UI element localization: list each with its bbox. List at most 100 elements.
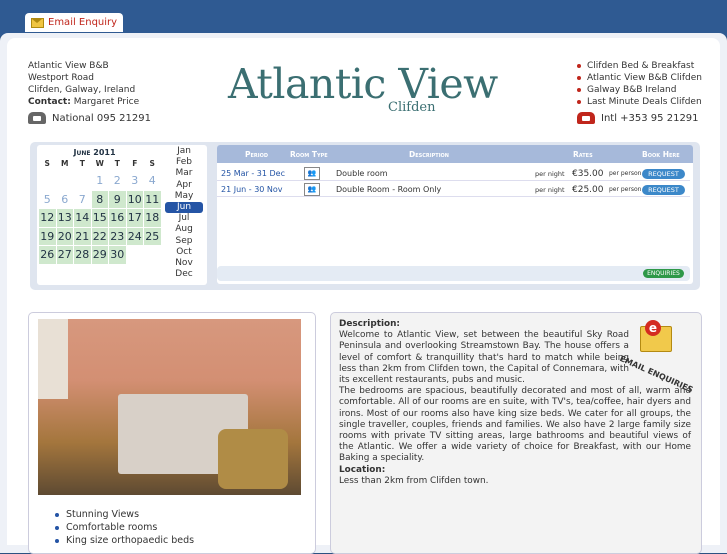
contact-label: Contact: (28, 97, 71, 107)
row-period: 21 Jun - 30 Nov (221, 185, 283, 194)
calendar-day-available[interactable]: 13 (56, 209, 73, 227)
calendar-day-available[interactable]: 22 (91, 227, 108, 245)
calendar-empty-cell (39, 172, 56, 190)
month-item[interactable]: Feb (165, 157, 203, 168)
table-row: 25 Mar - 31 Dec 👥 Double room per night … (217, 167, 690, 181)
calendar-day-available[interactable]: 24 (126, 227, 143, 245)
address-line: Westport Road (28, 73, 95, 83)
calendar-days: 1 2 3 4 5 6 7 8 9 10 11 12 13 14 15 16 17 18 19 20 21 22 23 24 2… (39, 172, 161, 264)
weekday-label: S (149, 159, 155, 168)
email-enquiry-tab[interactable]: Email Enquiry (25, 13, 124, 32)
rates-table: Period Room Type Description Rates Book … (217, 145, 693, 284)
description-para: Welcome to Atlantic View, set between th… (339, 330, 629, 386)
weekday-label: T (79, 159, 85, 168)
weekday-label: M (61, 159, 69, 168)
calendar-day-available[interactable]: 15 (91, 209, 108, 227)
calendar-month: June (73, 148, 91, 157)
calendar-title: June 2011 (37, 148, 152, 157)
link-item[interactable]: Galway B&B Ireland (577, 84, 702, 96)
calendar-day-available[interactable]: 30 (109, 246, 126, 264)
month-item[interactable]: May (165, 191, 203, 202)
calendar-day-past: 7 (78, 192, 86, 206)
header-book: Book Here (642, 150, 680, 159)
link-item[interactable]: Atlantic View B&B Clifden (577, 72, 702, 84)
calendar-day-available[interactable]: 29 (91, 246, 108, 264)
phone-icon (577, 112, 595, 124)
calendar-day-available[interactable]: 26 (39, 246, 56, 264)
address-block: Atlantic View B&B Westport Road Clifden,… (28, 60, 139, 108)
month-item[interactable]: Jun (165, 202, 203, 214)
calendar-day-available[interactable]: 21 (74, 227, 91, 245)
contact-line: Contact: Margaret Price (28, 96, 139, 108)
month-item[interactable]: Nov (165, 258, 203, 269)
header-room-type: Room Type (290, 150, 328, 159)
weekday-label: S (44, 159, 50, 168)
calendar-day-past: 3 (131, 174, 139, 187)
link-item[interactable]: Clifden Bed & Breakfast (577, 60, 702, 72)
calendar-day-past: 6 (61, 192, 69, 206)
photo-window (38, 319, 68, 399)
list-item: King size orthopaedic beds (48, 534, 194, 547)
row-description: Double room (336, 169, 388, 178)
header-description: Description (409, 150, 449, 159)
logo-main-text: Atlantic View (228, 60, 498, 108)
calendar-year: 2011 (93, 148, 116, 157)
calendar-day-past: 4 (148, 174, 156, 187)
calendar-day-available[interactable]: 11 (144, 190, 161, 208)
month-item[interactable]: Jan (165, 146, 203, 157)
row-description: Double Room - Room Only (336, 185, 442, 194)
month-item[interactable]: Jul (165, 213, 203, 224)
calendar-day-available[interactable]: 28 (74, 246, 91, 264)
intl-phone: Intl +353 95 21291 (577, 112, 699, 124)
calendar-day-available[interactable]: 9 (109, 190, 126, 208)
calendar-day-available[interactable]: 25 (144, 227, 161, 245)
calendar: June 2011 SMTWTFS 1 2 3 4 5 6 7 8 9 10 11 12 13 14 15 1… (37, 145, 207, 285)
month-item[interactable]: Mar (165, 168, 203, 179)
list-item: Comfortable rooms (48, 521, 194, 534)
calendar-day-available[interactable]: 12 (39, 209, 56, 227)
location-text: Less than 2km from Clifden town. (339, 475, 489, 486)
calendar-day-available[interactable]: 8 (91, 190, 108, 208)
calendar-day-past: 1 (96, 174, 104, 187)
row-period: 25 Mar - 31 Dec (221, 169, 285, 178)
month-item[interactable]: Oct (165, 247, 203, 258)
enquiries-button[interactable]: ENQUIRIES (643, 269, 684, 278)
email-enquiry-label: Email Enquiry (48, 17, 118, 28)
month-item[interactable]: Apr (165, 180, 203, 191)
header-period: Period (245, 150, 269, 159)
row-per-night: per night (535, 185, 565, 194)
weekday-header: SMTWTFS (39, 159, 161, 168)
list-item: Stunning Views (48, 508, 194, 521)
calendar-day-available[interactable]: 14 (74, 209, 91, 227)
calendar-day-available[interactable]: 27 (56, 246, 73, 264)
features-list: Stunning Views Comfortable rooms King si… (48, 508, 194, 547)
description-para: The bedrooms are spacious, beautifully d… (339, 386, 691, 464)
enquiries-bar: ENQUIRIES (217, 266, 690, 281)
national-phone: National 095 21291 (28, 112, 151, 124)
rates-header: Period Room Type Description Rates Book … (217, 145, 693, 163)
header-rates: Rates (573, 150, 593, 159)
envelope-icon (31, 17, 44, 28)
month-item[interactable]: Sep (165, 236, 203, 247)
request-button[interactable]: REQUEST (642, 168, 685, 179)
calendar-day-available[interactable]: 20 (56, 227, 73, 245)
month-item[interactable]: Dec (165, 269, 203, 280)
request-button[interactable]: REQUEST (642, 184, 685, 195)
calendar-day-available[interactable]: 16 (109, 209, 126, 227)
row-price: €25.00 (572, 184, 604, 195)
seo-links: Clifden Bed & Breakfast Atlantic View B&… (577, 60, 702, 108)
calendar-day-available[interactable]: 17 (126, 209, 143, 227)
month-item[interactable]: Aug (165, 224, 203, 235)
calendar-day-available[interactable]: 23 (109, 227, 126, 245)
calendar-day-available[interactable]: 10 (126, 190, 143, 208)
description-text: Description: Welcome to Atlantic View, s… (339, 319, 691, 487)
calendar-day-available[interactable]: 18 (144, 209, 161, 227)
row-per-person: per person (609, 186, 642, 193)
calendar-day-available[interactable]: 19 (39, 227, 56, 245)
logo[interactable]: Atlantic View Clifden (228, 60, 498, 116)
room-type-icon: 👥 (304, 183, 320, 196)
logo-sub-text: Clifden (388, 100, 436, 115)
link-item[interactable]: Last Minute Deals Clifden (577, 96, 702, 108)
row-per-person: per person (609, 170, 642, 177)
weekday-label: T (114, 159, 120, 168)
